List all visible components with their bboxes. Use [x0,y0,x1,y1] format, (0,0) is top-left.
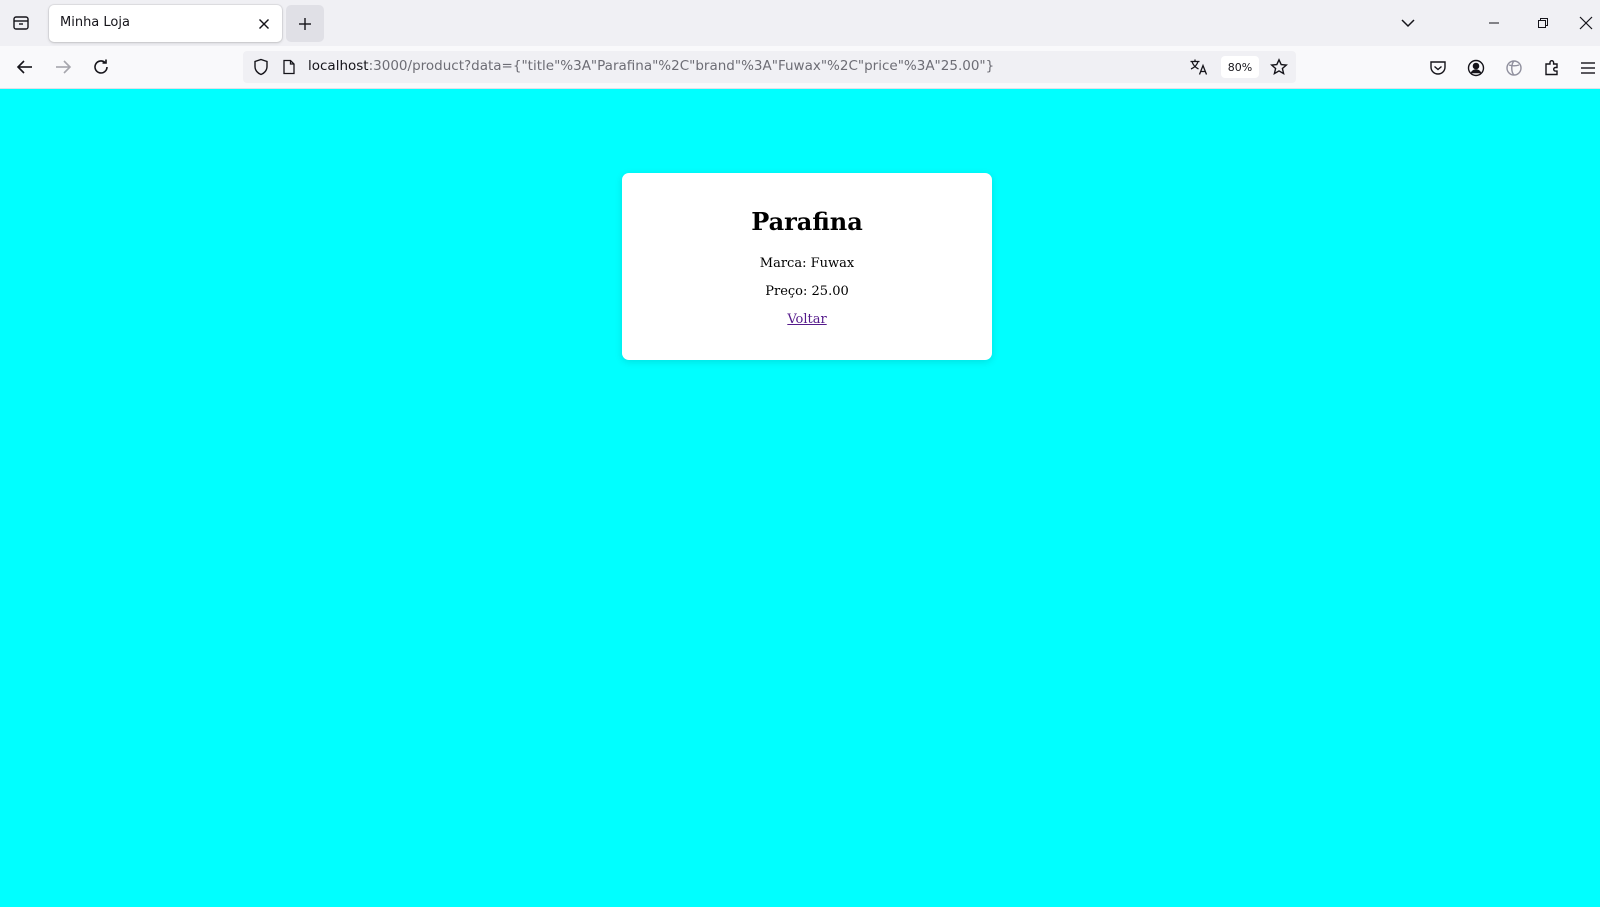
navigation-toolbar: localhost:3000/product?data={"title"%3A"… [0,46,1600,89]
reload-icon [92,58,110,76]
url-host: localhost [308,58,369,74]
tab-strip: Minha Loja [0,0,1600,46]
back-link-wrapper: Voltar [622,312,992,327]
translate-icon[interactable] [1187,56,1211,78]
arrow-right-icon [54,59,72,75]
zoom-level-button[interactable]: 80% [1221,56,1259,78]
back-link[interactable]: Voltar [787,312,826,327]
list-all-tabs-button[interactable] [1394,9,1422,37]
product-brand: Marca: Fuwax [759,256,855,271]
new-tab-button[interactable] [286,5,324,42]
firefox-view-button[interactable] [6,8,36,38]
plus-icon [298,17,312,31]
window-close-button[interactable] [1572,0,1600,46]
firefox-view-icon [12,14,30,32]
arrow-left-icon [16,59,34,75]
active-tab[interactable]: Minha Loja [49,5,282,42]
minimize-icon [1488,17,1500,29]
tab-title: Minha Loja [60,15,130,30]
tab-close-button[interactable] [252,12,276,36]
restore-icon [1537,17,1549,29]
extension-button[interactable] [1500,54,1528,82]
account-button[interactable] [1462,54,1490,82]
page-viewport: Parafina Marca: Fuwax Preço: 25.00 Volta… [0,89,1600,907]
window-minimize-button[interactable] [1475,0,1513,46]
close-icon [258,18,270,30]
product-title: Parafina [751,207,863,236]
url-text[interactable]: localhost:3000/product?data={"title"%3A"… [308,58,1208,74]
window-restore-button[interactable] [1524,0,1562,46]
product-card: Parafina Marca: Fuwax Preço: 25.00 Volta… [622,173,992,360]
account-icon [1467,59,1485,77]
reload-button[interactable] [86,52,116,82]
address-bar[interactable]: localhost:3000/product?data={"title"%3A"… [243,51,1296,83]
pocket-button[interactable] [1424,54,1452,82]
forward-button[interactable] [48,52,78,82]
page-info-icon[interactable] [279,57,299,77]
extensions-button[interactable] [1538,54,1566,82]
puzzle-piece-icon [1543,59,1561,77]
product-price: Preço: 25.00 [765,284,849,299]
close-icon [1579,16,1593,30]
bookmark-star-icon[interactable] [1267,56,1291,78]
extension-logo-icon [1505,59,1523,77]
pocket-icon [1429,60,1447,76]
hamburger-menu-icon [1580,61,1596,75]
app-menu-button[interactable] [1574,54,1600,82]
chevron-down-icon [1401,18,1415,28]
url-path: :3000/product?data={"title"%3A"Parafina"… [368,58,995,74]
tracking-protection-shield-icon[interactable] [251,57,271,77]
back-button[interactable] [10,52,40,82]
